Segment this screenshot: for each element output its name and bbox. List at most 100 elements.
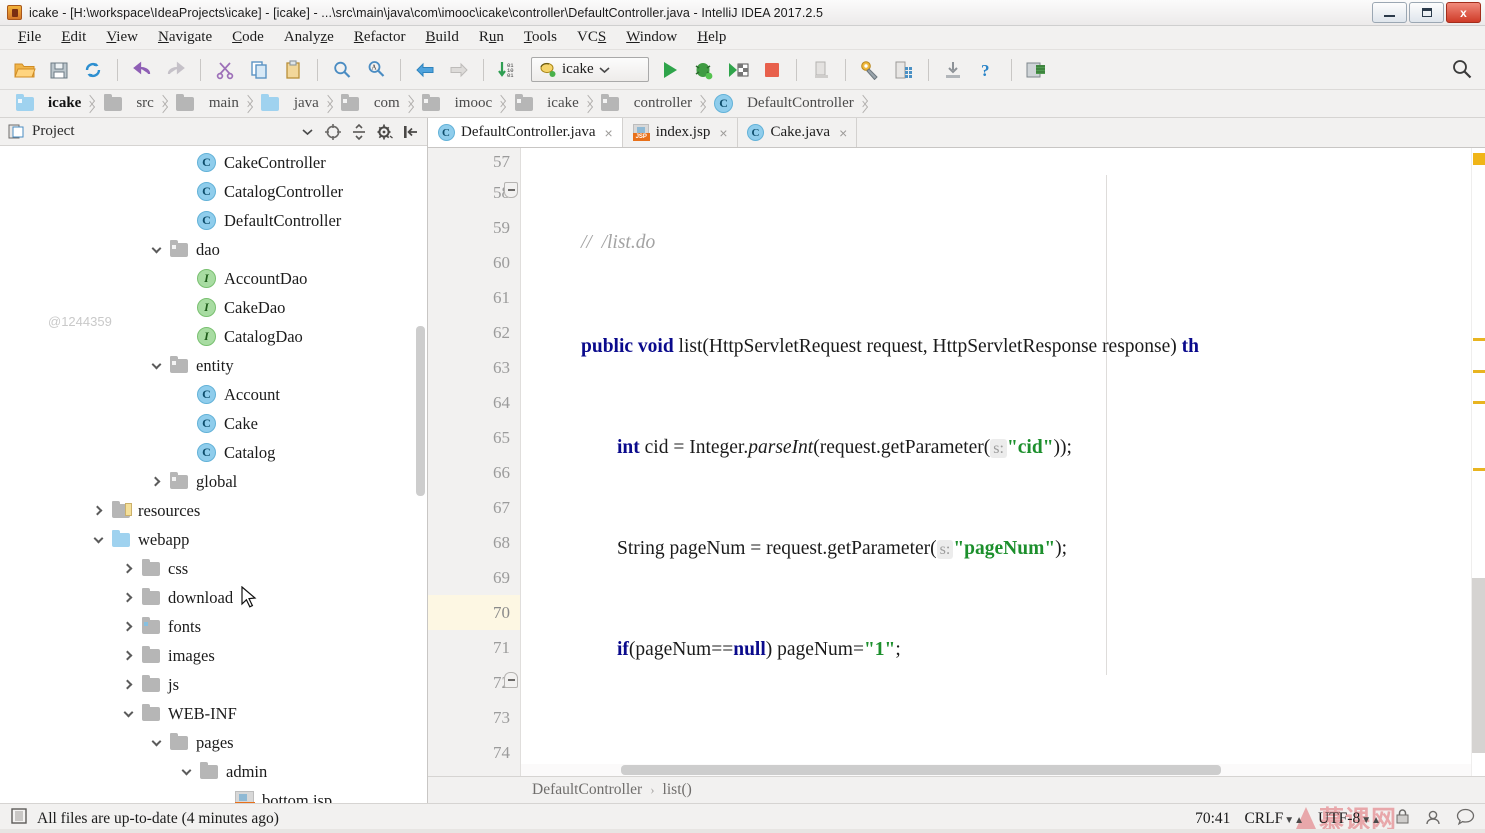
tree-item-catalogcontroller[interactable]: C CatalogController	[0, 177, 427, 206]
code-text[interactable]: // /list.do public void list(HttpServlet…	[521, 148, 1471, 776]
fold-collapse-icon[interactable]	[504, 672, 518, 688]
encoding-selector[interactable]: UTF-8▼▲	[1318, 810, 1381, 828]
project-tree[interactable]: C CakeController C CatalogController C D…	[0, 146, 427, 803]
tree-item-account[interactable]: C Account	[0, 380, 427, 409]
menu-run[interactable]: Run	[469, 28, 514, 47]
close-icon[interactable]: ×	[605, 125, 613, 141]
chevron-down-icon[interactable]	[297, 122, 317, 142]
tree-item-web-inf[interactable]: WEB-INF	[0, 699, 427, 728]
project-structure-icon[interactable]	[889, 55, 919, 85]
breadcrumb-item-controller[interactable]: controller	[594, 93, 696, 115]
breadcrumb-item-icake-module[interactable]: icake	[8, 93, 85, 115]
hector-icon[interactable]	[1424, 808, 1442, 831]
chevron-down-icon[interactable]	[146, 733, 166, 753]
compile-icon[interactable]: 01 10 01	[493, 55, 523, 85]
menu-vcs[interactable]: VCS	[567, 28, 616, 47]
tree-item-webapp[interactable]: webapp	[0, 525, 427, 554]
close-button[interactable]: x	[1446, 2, 1481, 23]
paste-icon[interactable]	[278, 55, 308, 85]
tree-item-global[interactable]: global	[0, 467, 427, 496]
search-everywhere-button[interactable]	[1451, 58, 1473, 85]
menu-code[interactable]: Code	[222, 28, 274, 47]
tree-scrollbar[interactable]	[416, 326, 425, 496]
tree-item-cakecontroller[interactable]: C CakeController	[0, 148, 427, 177]
editor-gutter[interactable]: 57 58 59 60 61 62 63 64 65 66 67 68 69 7…	[428, 148, 521, 776]
back-icon[interactable]	[410, 55, 440, 85]
breadcrumb-item-com[interactable]: com	[334, 93, 404, 115]
tree-item-cakedao[interactable]: I CakeDao	[0, 293, 427, 322]
run-configuration-selector[interactable]: icake	[531, 57, 649, 82]
run-with-coverage-icon[interactable]	[723, 55, 753, 85]
chevron-right-icon[interactable]	[118, 559, 138, 579]
update-application-icon[interactable]	[806, 55, 836, 85]
run-icon[interactable]	[655, 55, 685, 85]
menu-navigate[interactable]: Navigate	[148, 28, 222, 47]
tree-item-cake[interactable]: C Cake	[0, 409, 427, 438]
tab-index-jsp[interactable]: index.jsp ×	[622, 118, 738, 147]
chevron-down-icon[interactable]	[146, 240, 166, 260]
tree-item-css[interactable]: css	[0, 554, 427, 583]
find-icon[interactable]	[327, 55, 357, 85]
tree-item-bottom-jsp[interactable]: bottom.jsp	[0, 786, 427, 803]
forward-icon[interactable]	[444, 55, 474, 85]
settings-wrench-icon[interactable]	[855, 55, 885, 85]
warning-marker[interactable]	[1473, 153, 1485, 165]
menu-file[interactable]: File	[8, 28, 51, 47]
change-marker[interactable]	[1473, 338, 1485, 341]
chevron-down-icon[interactable]	[146, 356, 166, 376]
breadcrumb-item-src[interactable]: src	[96, 93, 158, 115]
tree-item-js[interactable]: js	[0, 670, 427, 699]
tree-item-defaultcontroller[interactable]: C DefaultController	[0, 206, 427, 235]
menu-edit[interactable]: Edit	[51, 28, 96, 47]
chevron-right-icon[interactable]	[118, 617, 138, 637]
tree-item-accountdao[interactable]: I AccountDao	[0, 264, 427, 293]
chevron-down-icon[interactable]	[88, 530, 108, 550]
breadcrumb-class[interactable]: DefaultController	[532, 781, 642, 799]
breadcrumb-item-icake-pkg[interactable]: icake	[507, 93, 583, 115]
replace-icon[interactable]: A	[361, 55, 391, 85]
cut-icon[interactable]	[210, 55, 240, 85]
chevron-down-icon[interactable]	[118, 704, 138, 724]
maximize-button[interactable]	[1409, 2, 1444, 23]
menu-window[interactable]: Window	[616, 28, 687, 47]
collapse-all-icon[interactable]	[349, 122, 369, 142]
menu-analyze[interactable]: Analyze	[274, 28, 344, 47]
menu-view[interactable]: View	[96, 28, 148, 47]
undo-icon[interactable]	[127, 55, 157, 85]
breadcrumb-item-defaultcontroller[interactable]: C DefaultController	[707, 93, 858, 115]
tree-item-fonts[interactable]: fonts	[0, 612, 427, 641]
breadcrumb-item-java[interactable]: java	[254, 93, 323, 115]
synchronize-icon[interactable]	[78, 55, 108, 85]
minimize-button[interactable]	[1372, 2, 1407, 23]
change-marker[interactable]	[1473, 370, 1485, 373]
breadcrumb-item-imooc[interactable]: imooc	[415, 93, 497, 115]
redo-icon[interactable]	[161, 55, 191, 85]
chevron-right-icon[interactable]	[118, 675, 138, 695]
gear-icon[interactable]	[375, 122, 395, 142]
chevron-right-icon[interactable]	[118, 588, 138, 608]
breadcrumb-item-main[interactable]: main	[169, 93, 243, 115]
editor-marker-strip[interactable]	[1471, 148, 1485, 776]
tab-cake-java[interactable]: C Cake.java ×	[737, 118, 858, 147]
horizontal-scrollbar-thumb[interactable]	[621, 765, 1221, 775]
tab-defaultcontroller-java[interactable]: C DefaultController.java ×	[428, 118, 623, 147]
locate-target-icon[interactable]	[323, 122, 343, 142]
menu-help[interactable]: Help	[687, 28, 736, 47]
close-icon[interactable]: ×	[719, 125, 727, 141]
breadcrumb-method[interactable]: list()	[663, 781, 692, 799]
tree-item-admin[interactable]: admin	[0, 757, 427, 786]
sdk-icon[interactable]	[1021, 55, 1051, 85]
change-marker[interactable]	[1473, 468, 1485, 471]
code-viewport[interactable]: 57 58 59 60 61 62 63 64 65 66 67 68 69 7…	[428, 148, 1485, 776]
copy-icon[interactable]	[244, 55, 274, 85]
change-marker[interactable]	[1473, 401, 1485, 404]
hide-panel-icon[interactable]	[401, 122, 421, 142]
tree-item-dao[interactable]: dao	[0, 235, 427, 264]
help-icon[interactable]: ?	[972, 55, 1002, 85]
fold-collapse-icon[interactable]	[504, 182, 518, 198]
vertical-scrollbar-thumb[interactable]	[1472, 578, 1485, 753]
menu-tools[interactable]: Tools	[514, 28, 567, 47]
line-separator-selector[interactable]: CRLF▼▲	[1244, 810, 1304, 828]
tree-item-entity[interactable]: entity	[0, 351, 427, 380]
close-icon[interactable]: ×	[839, 125, 847, 141]
